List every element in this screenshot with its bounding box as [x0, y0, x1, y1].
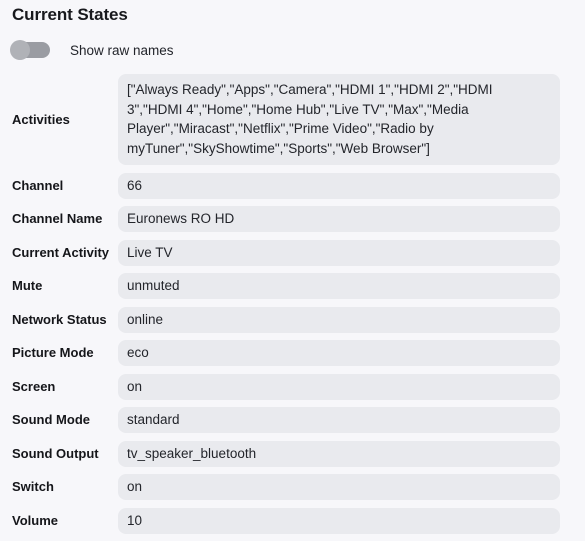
state-value: 66 [118, 172, 560, 199]
state-label: Sound Mode [12, 412, 90, 427]
state-value: ["Always Ready","Apps","Camera","HDMI 1"… [118, 74, 560, 165]
state-value: 10 [118, 507, 560, 534]
state-label: Switch [12, 479, 54, 494]
show-raw-names-row: Show raw names [10, 38, 174, 62]
state-label: Network Status [12, 311, 107, 327]
state-row: Picture Mode eco [0, 340, 585, 366]
state-label: Mute [12, 278, 43, 293]
state-label: Current Activity [12, 244, 110, 260]
state-value: eco [118, 340, 560, 366]
states-field-list: Activities ["Always Ready","Apps","Camera… [0, 74, 585, 541]
state-row: Channel 66 [0, 172, 585, 199]
state-row: Channel Name Euronews RO HD [0, 206, 585, 232]
show-raw-names-toggle[interactable] [10, 40, 50, 60]
state-row: Switch on [0, 474, 585, 500]
state-row: Current Activity Live TV [0, 239, 585, 266]
state-value: standard [118, 407, 560, 433]
state-value: on [118, 474, 560, 500]
state-value: Euronews RO HD [118, 206, 560, 232]
current-states-panel: Current States Show raw names Activities… [0, 0, 585, 540]
state-label: Sound Output [12, 445, 99, 461]
state-value: Live TV [118, 239, 560, 266]
state-value: on [118, 373, 560, 400]
state-row: Activities ["Always Ready","Apps","Camera… [0, 74, 585, 165]
page-title: Current States [12, 5, 128, 24]
state-value: tv_speaker_bluetooth [118, 440, 560, 467]
state-row: Volume 10 [0, 507, 585, 534]
state-row: Sound Output tv_speaker_bluetooth [0, 440, 585, 467]
toggle-knob [10, 40, 30, 60]
state-row: Screen on [0, 373, 585, 400]
state-label: Volume [12, 512, 58, 528]
show-raw-names-label: Show raw names [70, 42, 174, 58]
state-value: online [118, 306, 560, 333]
state-label: Activities [12, 111, 70, 127]
state-label: Channel Name [12, 211, 103, 226]
state-label: Screen [12, 378, 56, 394]
state-label: Channel [12, 177, 64, 193]
state-row: Sound Mode standard [0, 407, 585, 433]
state-label: Picture Mode [12, 345, 94, 360]
state-row: Network Status online [0, 306, 585, 333]
state-value: unmuted [118, 273, 560, 299]
state-row: Mute unmuted [0, 273, 585, 299]
